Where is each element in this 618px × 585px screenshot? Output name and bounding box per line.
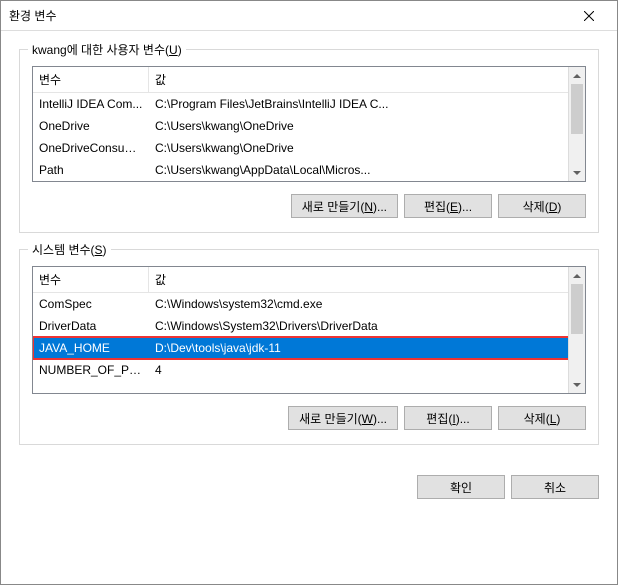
table-row[interactable]: IntelliJ IDEA Com... C:\Program Files\Je… [33,93,585,115]
cell-value: C:\Windows\System32\Drivers\DriverData [149,317,585,335]
system-edit-button[interactable]: 편집(I)... [404,406,492,430]
cell-name: IntelliJ IDEA Com... [33,95,149,113]
system-new-button[interactable]: 새로 만들기(W)... [288,406,398,430]
user-variables-table[interactable]: 변수 값 IntelliJ IDEA Com... C:\Program Fil… [32,66,586,182]
table-row[interactable]: OneDrive C:\Users\kwang\OneDrive [33,115,585,137]
cell-value: C:\Windows\system32\cmd.exe [149,295,585,313]
table-row[interactable]: NUMBER_OF_PRO... 4 [33,359,585,381]
window-title: 환경 변수 [9,7,569,24]
column-header-value[interactable]: 값 [149,267,585,292]
table-row[interactable]: OneDriveConsumer C:\Users\kwang\OneDrive [33,137,585,159]
system-variables-table[interactable]: 변수 값 ComSpec C:\Windows\system32\cmd.exe… [32,266,586,394]
system-button-row: 새로 만들기(W)... 편집(I)... 삭제(L) [32,406,586,430]
cell-name: DriverData [33,317,149,335]
cell-value: D:\Dev\tools\java\jdk-11 [149,339,585,357]
user-edit-button[interactable]: 편집(E)... [404,194,492,218]
system-table-body: ComSpec C:\Windows\system32\cmd.exe Driv… [33,293,585,381]
user-variables-group: kwang에 대한 사용자 변수(U) 변수 값 IntelliJ IDEA C… [19,49,599,233]
user-group-label: kwang에 대한 사용자 변수(U) [28,41,186,58]
dialog-footer: 확인 취소 [1,471,617,517]
scrollbar[interactable] [568,67,585,181]
ok-button[interactable]: 확인 [417,475,505,499]
cell-value: C:\Program Files\JetBrains\IntelliJ IDEA… [149,95,585,113]
cell-name: OneDriveConsumer [33,139,149,157]
user-table-body: IntelliJ IDEA Com... C:\Program Files\Je… [33,93,585,181]
user-new-button[interactable]: 새로 만들기(N)... [291,194,398,218]
cell-name: JAVA_HOME [33,339,149,357]
cell-value: C:\Users\kwang\OneDrive [149,117,585,135]
cell-name: NUMBER_OF_PRO... [33,361,149,379]
titlebar: 환경 변수 [1,1,617,31]
system-variables-group: 시스템 변수(S) 변수 값 ComSpec C:\Windows\system… [19,249,599,445]
cancel-button[interactable]: 취소 [511,475,599,499]
cell-name: ComSpec [33,295,149,313]
table-row[interactable]: Path C:\Users\kwang\AppData\Local\Micros… [33,159,585,181]
scroll-up-button[interactable] [569,267,585,284]
cell-value: C:\Users\kwang\AppData\Local\Micros... [149,161,585,179]
cell-name: OneDrive [33,117,149,135]
scroll-track[interactable] [569,284,585,376]
column-header-name[interactable]: 변수 [33,67,149,92]
scroll-track[interactable] [569,84,585,164]
column-header-value[interactable]: 값 [149,67,585,92]
cell-value: 4 [149,361,585,379]
user-delete-button[interactable]: 삭제(D) [498,194,586,218]
scroll-thumb[interactable] [571,84,583,134]
chevron-up-icon [573,272,581,280]
chevron-down-icon [573,381,581,389]
scroll-down-button[interactable] [569,376,585,393]
scroll-down-button[interactable] [569,164,585,181]
table-header-row: 변수 값 [33,267,585,293]
scroll-thumb[interactable] [571,284,583,334]
scroll-up-button[interactable] [569,67,585,84]
column-header-name[interactable]: 변수 [33,267,149,292]
table-row[interactable]: ComSpec C:\Windows\system32\cmd.exe [33,293,585,315]
close-button[interactable] [569,2,609,30]
chevron-down-icon [573,169,581,177]
table-header-row: 변수 값 [33,67,585,93]
cell-name: Path [33,161,149,179]
system-group-label: 시스템 변수(S) [28,241,111,258]
dialog-content: kwang에 대한 사용자 변수(U) 변수 값 IntelliJ IDEA C… [1,31,617,471]
system-delete-button[interactable]: 삭제(L) [498,406,586,430]
chevron-up-icon [573,72,581,80]
table-row[interactable]: DriverData C:\Windows\System32\Drivers\D… [33,315,585,337]
close-icon [584,11,594,21]
table-row-java-home[interactable]: JAVA_HOME D:\Dev\tools\java\jdk-11 [33,337,585,359]
user-button-row: 새로 만들기(N)... 편집(E)... 삭제(D) [32,194,586,218]
cell-value: C:\Users\kwang\OneDrive [149,139,585,157]
scrollbar[interactable] [568,267,585,393]
